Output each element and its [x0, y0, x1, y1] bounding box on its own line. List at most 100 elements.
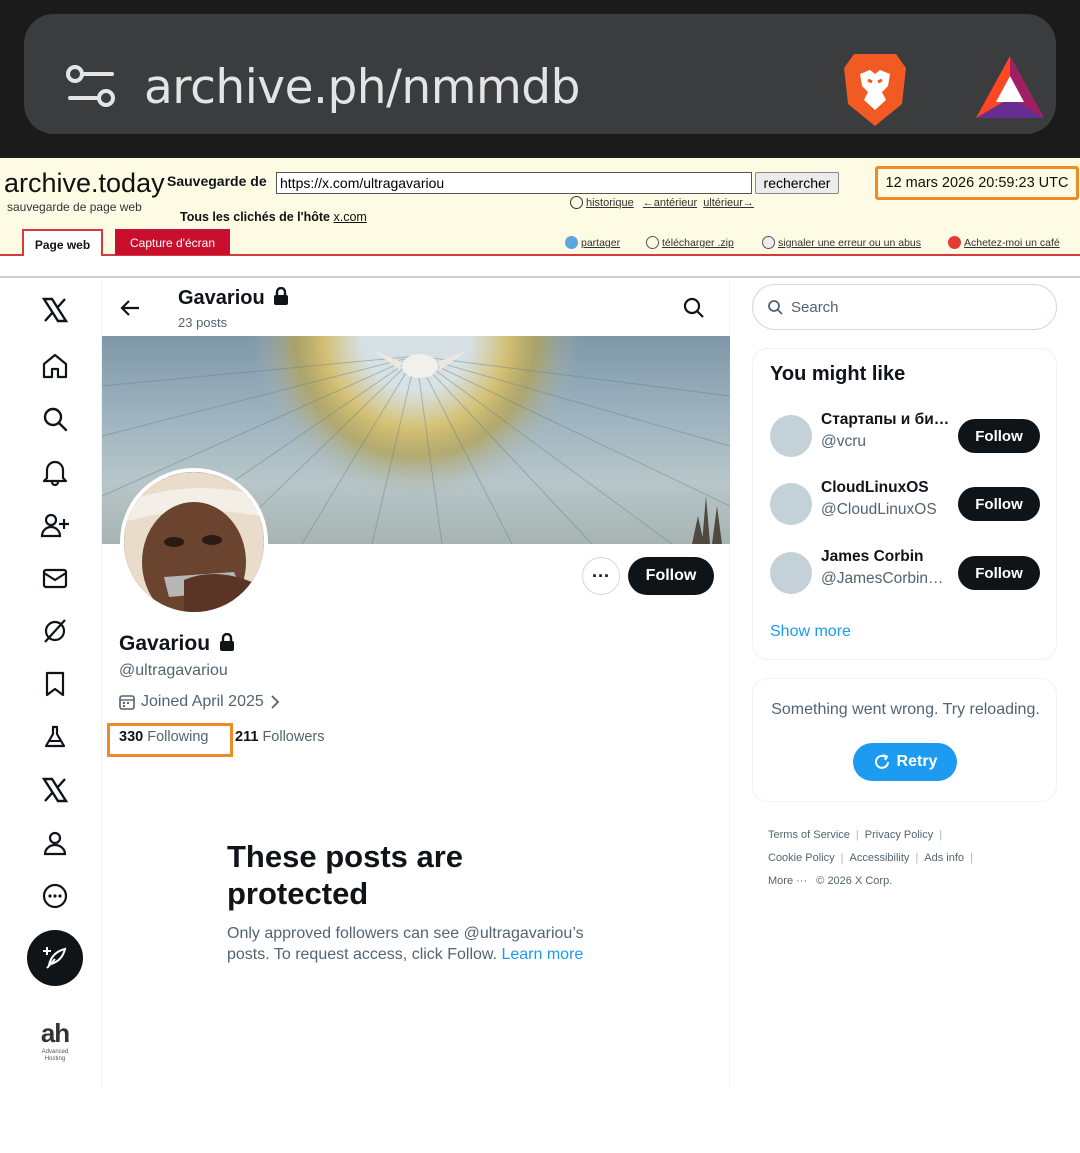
joined-date[interactable]: Joined April 2025	[119, 693, 280, 711]
home-icon[interactable]	[35, 346, 75, 386]
brave-shield-icon[interactable]	[840, 50, 910, 128]
next-link[interactable]: ultérieur→	[703, 197, 754, 209]
ah-logo-sub2: Hosting	[44, 1056, 66, 1062]
profile-search-icon[interactable]	[682, 296, 706, 320]
url-text[interactable]: archive.ph/nmmdb	[144, 60, 580, 115]
search-input[interactable]: Search	[752, 284, 1057, 330]
header-name: Gavariou	[178, 286, 289, 310]
profile-icon[interactable]	[35, 823, 75, 863]
archived-page: ah Advanced Hosting Gavariou 23 posts ··…	[0, 280, 1080, 1153]
search-button[interactable]: rechercher	[755, 172, 839, 194]
profile-avatar[interactable]	[120, 468, 268, 616]
site-settings-icon[interactable]	[66, 64, 116, 110]
tab-screenshot[interactable]: Capture d'écran	[115, 229, 230, 255]
left-nav: ah Advanced Hosting	[0, 280, 102, 1088]
followers-label: Followers	[262, 729, 325, 745]
all-snapshots-label: Tous les clichés de l'hôte	[180, 210, 331, 224]
coffee-label: Achetez-moi un café	[964, 237, 1060, 249]
ah-logo-sub1: Advanced	[41, 1049, 69, 1055]
followers-link[interactable]: 211 Followers	[235, 729, 324, 745]
profile-name: Gavariou	[119, 632, 235, 656]
x-logo-icon[interactable]	[35, 290, 75, 330]
browser-chrome: archive.ph/nmmdb	[0, 0, 1080, 158]
following-link[interactable]: 330 Following	[119, 729, 208, 745]
more-icon[interactable]	[35, 876, 75, 916]
search-icon[interactable]	[35, 399, 75, 439]
archive-url-input[interactable]	[276, 172, 752, 194]
right-sidebar: Search You might like Стартапы и бизнес …	[752, 280, 1058, 1088]
messages-icon[interactable]	[35, 558, 75, 598]
show-more-link[interactable]: Show more	[770, 623, 851, 641]
suggestion-item[interactable]: Стартапы и бизнес @vcru Follow	[770, 411, 1055, 461]
more-link[interactable]: More ···	[768, 875, 807, 887]
advanced-hosting-logo[interactable]: ah Advanced Hosting	[30, 1018, 80, 1063]
bookmarks-icon[interactable]	[35, 664, 75, 704]
search-icon	[768, 300, 783, 315]
main-column: Gavariou 23 posts ··· Follow Gavariou @u…	[102, 280, 730, 1088]
profile-name-text: Gavariou	[119, 632, 211, 655]
bulb-icon	[762, 236, 775, 249]
host-link[interactable]: x.com	[334, 210, 367, 224]
error-text: Something went wrong. Try reloading.	[771, 701, 1040, 718]
more-options-button[interactable]: ···	[582, 557, 620, 595]
back-arrow-icon[interactable]	[118, 296, 142, 320]
download-label: télécharger .zip	[662, 237, 734, 249]
suggestion-handle: @vcru	[821, 433, 867, 450]
suggestion-name: CloudLinuxOS	[821, 479, 929, 496]
archive-logo[interactable]: archive.today	[4, 168, 165, 199]
privacy-link[interactable]: Privacy Policy	[865, 829, 933, 841]
calendar-icon	[119, 695, 135, 710]
heart-icon	[948, 236, 961, 249]
history-link[interactable]: historique	[586, 197, 634, 209]
avatar[interactable]	[770, 483, 812, 525]
address-bar[interactable]: archive.ph/nmmdb	[24, 14, 1056, 134]
tab-webpage[interactable]: Page web	[22, 229, 103, 256]
ads-info-link[interactable]: Ads info	[924, 852, 964, 864]
suggestion-name: Стартапы и бизнес	[821, 411, 951, 428]
suggestion-handle: @JamesCorbin1982	[821, 570, 951, 587]
coffee-link[interactable]: Achetez-moi un café	[948, 236, 1060, 249]
grok-icon[interactable]	[35, 611, 75, 651]
premium-icon[interactable]	[35, 717, 75, 757]
all-snapshots: Tous les clichés de l'hôte x.com	[180, 210, 367, 224]
followers-count: 211	[235, 729, 259, 745]
retry-label: Retry	[896, 753, 938, 770]
retry-button[interactable]: Retry	[853, 743, 957, 781]
posts-count: 23 posts	[178, 315, 228, 330]
follow-icon[interactable]	[35, 505, 75, 545]
suggestion-item[interactable]: James Corbin @JamesCorbin1982 Follow	[770, 548, 1055, 598]
header-name-text: Gavariou	[178, 287, 265, 309]
footer-links: Terms of Service | Privacy Policy | Cookie …	[768, 829, 973, 887]
report-label: signaler une erreur ou un abus	[778, 237, 922, 249]
terms-link[interactable]: Terms of Service	[768, 829, 850, 841]
prev-link[interactable]: ←antérieur	[643, 197, 697, 209]
cookie-link[interactable]: Cookie Policy	[768, 852, 835, 864]
follow-button[interactable]: Follow	[958, 556, 1040, 590]
x-premium-icon[interactable]	[35, 770, 75, 810]
who-to-follow: You might like Стартапы и бизнес @vcru F…	[752, 348, 1057, 660]
clock-icon	[570, 196, 583, 209]
lock-icon	[274, 286, 289, 305]
chevron-right-icon	[271, 695, 280, 709]
notifications-icon[interactable]	[35, 452, 75, 492]
search-placeholder: Search	[791, 298, 839, 316]
avatar[interactable]	[770, 415, 812, 457]
report-link[interactable]: signaler une erreur ou un abus	[762, 236, 921, 249]
bat-rewards-icon[interactable]	[974, 54, 1046, 120]
protected-body: Only approved followers can see @ultraga…	[227, 923, 607, 965]
follow-button[interactable]: Follow	[958, 419, 1040, 453]
archive-subtitle: sauvegarde de page web	[7, 200, 142, 214]
download-link[interactable]: télécharger .zip	[646, 236, 734, 249]
learn-more-link[interactable]: Learn more	[501, 946, 583, 963]
follow-button[interactable]: Follow	[628, 557, 714, 595]
accessibility-link[interactable]: Accessibility	[850, 852, 910, 864]
compose-icon[interactable]	[27, 930, 83, 986]
suggestion-item[interactable]: CloudLinuxOS @CloudLinuxOS Follow	[770, 479, 1055, 529]
ah-logo-main: ah	[40, 1018, 70, 1048]
archive-separator	[0, 258, 1080, 278]
share-link[interactable]: partager	[565, 236, 620, 249]
avatar[interactable]	[770, 552, 812, 594]
following-label: Following	[147, 729, 209, 745]
follow-button[interactable]: Follow	[958, 487, 1040, 521]
profile-handle: @ultragavariou	[119, 662, 228, 679]
